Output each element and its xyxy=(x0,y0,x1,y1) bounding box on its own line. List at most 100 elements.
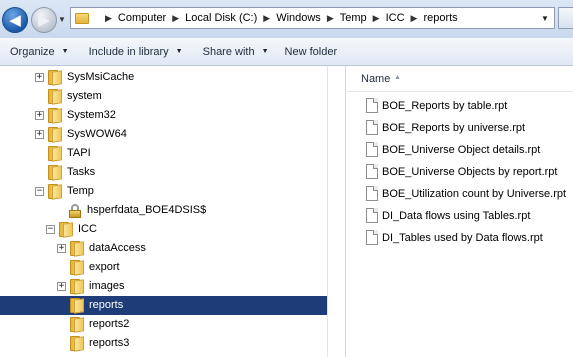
folder-icon xyxy=(48,184,62,200)
collapse-icon[interactable]: − xyxy=(35,187,44,196)
address-bar-row: ◀ ▶ ▼ ▶ Computer ▶ Local Disk (C:) ▶ Win… xyxy=(0,0,573,38)
file-list-pane[interactable]: Name ▲ BOE_Reports by table.rpt BOE_Repor… xyxy=(347,66,573,357)
share-with-menu[interactable]: Share with ▼ xyxy=(195,38,277,65)
tree-item-label: system xyxy=(67,90,102,102)
file-item[interactable]: BOE_Reports by table.rpt xyxy=(347,96,573,116)
file-item[interactable]: BOE_Utilization count by Universe.rpt xyxy=(347,184,573,204)
file-name: BOE_Universe Object details.rpt xyxy=(382,144,541,156)
file-item[interactable]: BOE_Reports by universe.rpt xyxy=(347,118,573,138)
tree-item-label: reports xyxy=(89,299,124,311)
tree-item[interactable]: reports3 xyxy=(0,334,327,353)
tree-item[interactable]: + SysWOW64 xyxy=(0,125,327,144)
tree-item[interactable]: + System32 xyxy=(0,106,327,125)
chevron-right-icon[interactable]: ▶ xyxy=(172,13,179,24)
breadcrumb-windows[interactable]: Windows xyxy=(276,12,321,24)
folder-icon xyxy=(48,127,62,143)
folder-icon xyxy=(70,260,84,276)
tree-item[interactable]: reports xyxy=(0,296,327,315)
tree-item[interactable]: + SysMsiCache xyxy=(0,68,327,87)
new-folder-button[interactable]: New folder xyxy=(277,38,346,65)
tree-item[interactable]: − Temp xyxy=(0,182,327,201)
file-item[interactable]: DI_Tables used by Data flows.rpt xyxy=(347,228,573,248)
new-folder-label: New folder xyxy=(284,45,338,58)
address-dropdown-icon[interactable]: ▼ xyxy=(538,9,552,27)
folder-icon xyxy=(70,336,84,352)
navigation-pane[interactable]: + SysMsiCache system + System32 + SysWOW64 TAPI… xyxy=(0,66,327,357)
tree-item-label: System32 xyxy=(67,109,116,121)
tree-item[interactable]: hsperfdata_BOE4DSIS$ xyxy=(0,201,327,220)
tree-item-label: SysMsiCache xyxy=(67,71,135,83)
file-item[interactable]: BOE_Universe Objects by report.rpt xyxy=(347,162,573,182)
file-item[interactable]: DI_Data flows using Tables.rpt xyxy=(347,206,573,226)
file-icon xyxy=(366,230,378,245)
tree-item[interactable]: + images xyxy=(0,277,327,296)
caret-down-icon: ▼ xyxy=(61,48,69,55)
tree-item[interactable]: TAPI xyxy=(0,144,327,163)
tree-item-label: export xyxy=(89,261,120,273)
folder-icon xyxy=(70,298,84,314)
caret-down-icon: ▼ xyxy=(175,48,183,55)
breadcrumb-computer[interactable]: Computer xyxy=(118,12,166,24)
include-in-library-menu[interactable]: Include in library ▼ xyxy=(81,38,191,65)
folder-icon xyxy=(70,279,84,295)
file-name: BOE_Utilization count by Universe.rpt xyxy=(382,188,567,200)
file-name: DI_Tables used by Data flows.rpt xyxy=(382,232,543,244)
folder-icon xyxy=(48,146,62,162)
tree-item[interactable]: export xyxy=(0,258,327,277)
tree-item[interactable]: Tasks xyxy=(0,163,327,182)
file-icon xyxy=(366,186,378,201)
tree-item-label: hsperfdata_BOE4DSIS$ xyxy=(87,204,207,216)
sort-ascending-icon: ▲ xyxy=(394,74,401,81)
breadcrumb-icc[interactable]: ICC xyxy=(386,12,405,24)
chevron-right-icon[interactable]: ▶ xyxy=(411,13,418,24)
file-name: BOE_Universe Objects by report.rpt xyxy=(382,166,558,178)
chevron-right-icon[interactable]: ▶ xyxy=(105,13,112,24)
tree-item[interactable]: + dataAccess xyxy=(0,239,327,258)
file-name: DI_Data flows using Tables.rpt xyxy=(382,210,531,222)
organize-menu[interactable]: Organize ▼ xyxy=(2,38,77,65)
folder-icon xyxy=(48,108,62,124)
breadcrumb-local-disk[interactable]: Local Disk (C:) xyxy=(185,12,257,24)
expand-icon[interactable]: + xyxy=(35,73,44,82)
file-icon xyxy=(366,164,378,179)
file-name: BOE_Reports by universe.rpt xyxy=(382,122,526,134)
folder-icon xyxy=(75,12,89,24)
address-input[interactable]: ▶ Computer ▶ Local Disk (C:) ▶ Windows ▶… xyxy=(70,7,555,29)
expand-icon[interactable]: + xyxy=(57,282,66,291)
folder-icon xyxy=(48,89,62,105)
include-in-library-label: Include in library xyxy=(88,45,169,58)
chevron-right-icon[interactable]: ▶ xyxy=(373,13,380,24)
tree-item-label: dataAccess xyxy=(89,242,146,254)
tree-item-label: images xyxy=(89,280,125,292)
column-header-row: Name ▲ xyxy=(347,66,573,92)
tree-item-label: reports3 xyxy=(89,337,130,349)
file-icon xyxy=(366,142,378,157)
recent-pages-dropdown[interactable]: ▼ xyxy=(57,13,67,25)
share-with-label: Share with xyxy=(202,45,255,58)
breadcrumb-reports[interactable]: reports xyxy=(423,12,457,24)
locked-folder-icon xyxy=(69,204,81,218)
breadcrumb-temp[interactable]: Temp xyxy=(340,12,367,24)
refresh-button[interactable] xyxy=(558,7,573,29)
tree-item[interactable]: − ICC xyxy=(0,220,327,239)
forward-button[interactable]: ▶ xyxy=(31,7,57,33)
tree-item-label: Temp xyxy=(67,185,94,197)
expand-icon[interactable]: + xyxy=(35,111,44,120)
name-column-header[interactable]: Name xyxy=(361,73,390,85)
tree-item[interactable]: reports2 xyxy=(0,315,327,334)
expand-icon[interactable]: + xyxy=(35,130,44,139)
file-icon xyxy=(366,120,378,135)
tree-item-label: SysWOW64 xyxy=(67,128,127,140)
chevron-right-icon[interactable]: ▶ xyxy=(327,13,334,24)
chevron-right-icon[interactable]: ▶ xyxy=(263,13,270,24)
pane-splitter[interactable] xyxy=(327,66,346,357)
expand-icon[interactable]: + xyxy=(57,244,66,253)
back-button[interactable]: ◀ xyxy=(2,7,28,33)
collapse-icon[interactable]: − xyxy=(46,225,55,234)
tree-item[interactable]: system xyxy=(0,87,327,106)
file-item[interactable]: BOE_Universe Object details.rpt xyxy=(347,140,573,160)
divider xyxy=(345,66,346,357)
caret-down-icon: ▼ xyxy=(261,48,269,55)
organize-label: Organize xyxy=(10,45,55,58)
tree-item-label: Tasks xyxy=(67,166,96,178)
